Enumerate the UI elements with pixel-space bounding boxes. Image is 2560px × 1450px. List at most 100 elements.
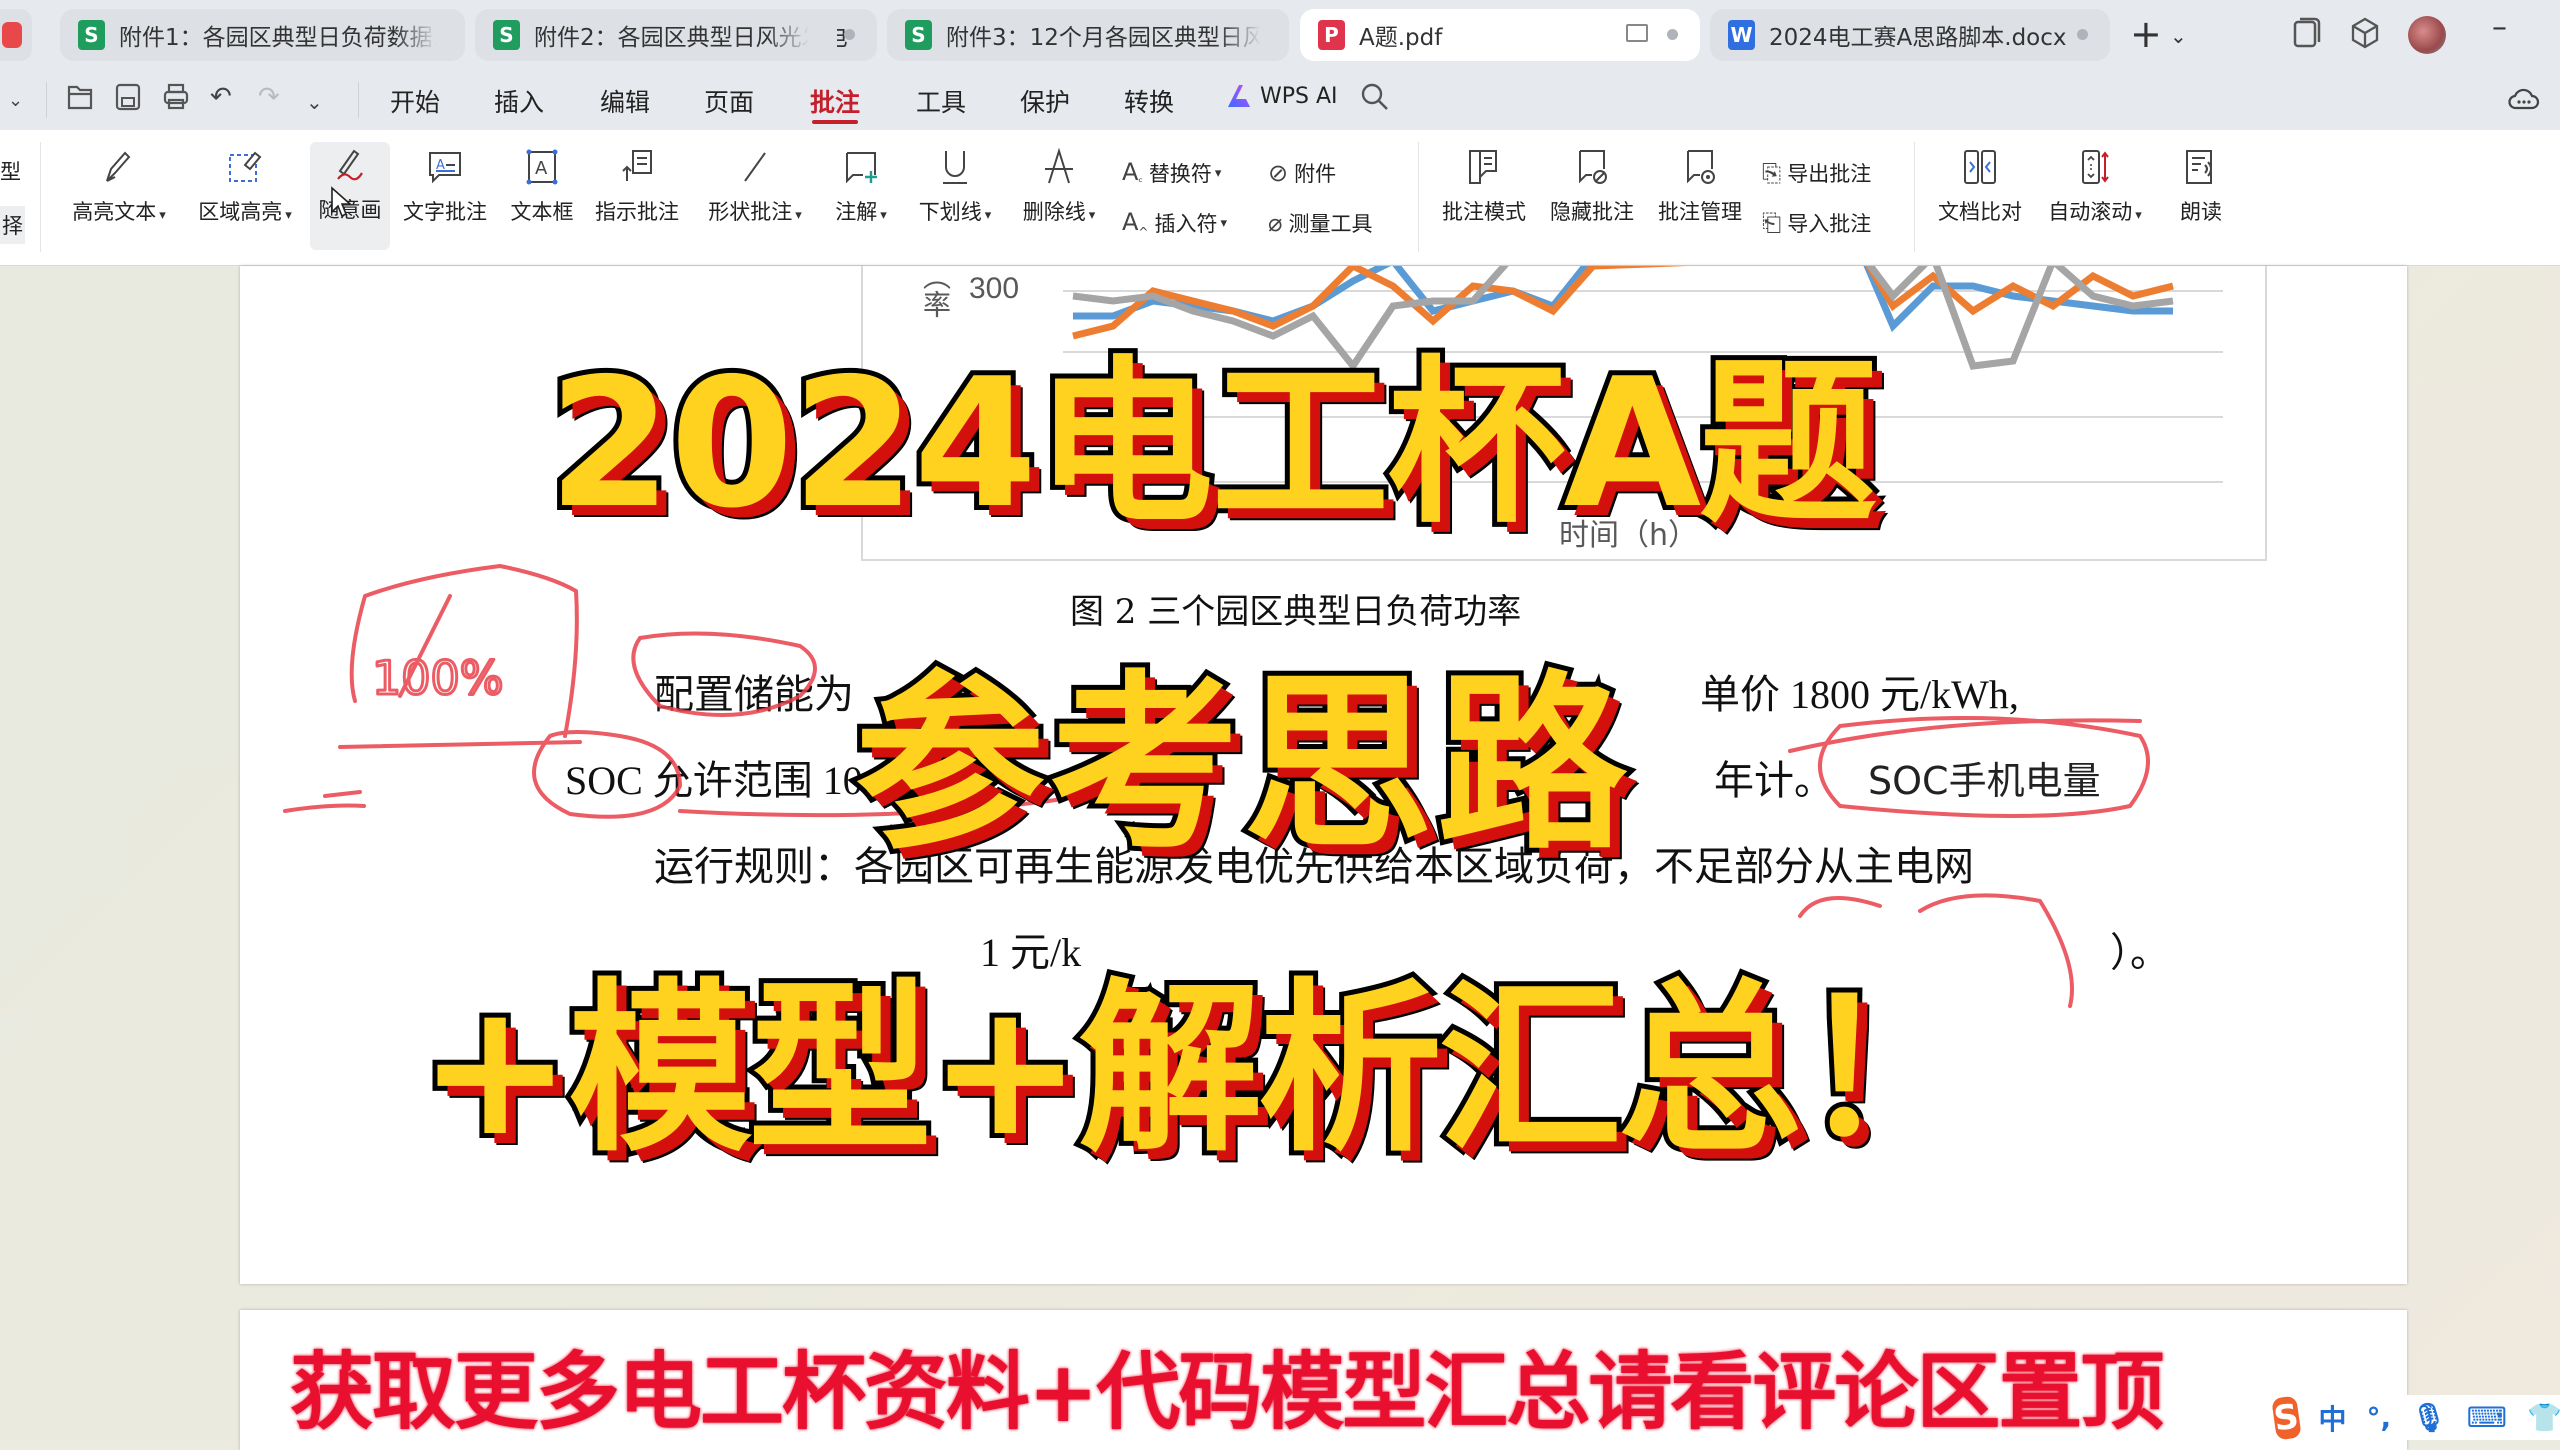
auto-scroll-icon: [2075, 144, 2115, 190]
monitor-icon[interactable]: [1626, 24, 1648, 42]
unsaved-dot-icon: [844, 29, 855, 40]
redo-icon[interactable]: ↷: [258, 82, 280, 112]
tab-label: A题.pdf: [1359, 25, 1443, 51]
underline-button[interactable]: 下划线 ▾: [912, 144, 998, 226]
button-label: 文本框: [510, 200, 574, 224]
replace-mark-button[interactable]: Aᶜ 替换符 ▾: [1122, 158, 1221, 189]
spreadsheet-icon: S: [78, 20, 105, 50]
button-label: 插入符: [1154, 212, 1218, 237]
menu-page[interactable]: 页面: [704, 83, 754, 119]
hide-annotations-button[interactable]: 隐藏批注: [1544, 144, 1640, 226]
user-avatar[interactable]: [2408, 16, 2446, 54]
dropdown-caret-icon: ▾: [1214, 165, 1222, 181]
strikethrough-button[interactable]: 删除线 ▾: [1016, 144, 1102, 226]
tab-script-docx[interactable]: W 2024电工赛A思路脚本.docx: [1710, 9, 2110, 61]
underline-icon: [935, 144, 975, 190]
insert-mark-button[interactable]: A^ 插入符 ▾: [1122, 208, 1227, 239]
unsaved-dot-icon: [1667, 29, 1678, 40]
wps-app-icon[interactable]: [0, 9, 32, 61]
quick-access-more-chevron-icon[interactable]: ⌄: [306, 90, 323, 114]
keyboard-icon[interactable]: ⌨: [2467, 1401, 2507, 1434]
text-comment-button[interactable]: A 文字批注: [400, 144, 490, 226]
replace-mark-icon: Aᶜ: [1122, 158, 1143, 189]
overlay-title-line-3: +模型+解析汇总！: [413, 958, 1987, 1182]
comment-settings-icon: [1680, 144, 1720, 190]
annotation-mode-icon: [1464, 144, 1504, 190]
document-compare-button[interactable]: 文档比对: [1932, 144, 2028, 226]
export-annotations-button[interactable]: ⎘ 导出批注: [1762, 158, 1871, 188]
ribbon-partial-select[interactable]: 择: [0, 206, 25, 244]
dropdown-caret-icon: ▾: [795, 208, 802, 223]
collapse-chevron-icon[interactable]: ⌄: [8, 90, 23, 111]
area-highlight-button[interactable]: 区域高亮 ▾: [190, 144, 300, 226]
import-annotations-button[interactable]: ⎗ 导入批注: [1762, 208, 1871, 238]
button-label: 测量工具: [1288, 212, 1373, 236]
tab-attachment-3[interactable]: S 附件3：12个月各园区典型日风光发: [887, 9, 1289, 61]
open-folder-icon[interactable]: [66, 82, 94, 119]
insert-mark-icon: A^: [1122, 208, 1149, 239]
manage-annotations-button[interactable]: 批注管理: [1652, 144, 1748, 226]
ruler-icon: ⌀: [1268, 209, 1283, 237]
button-label: 隐藏批注: [1550, 200, 1634, 224]
unsaved-dot-icon: [2077, 29, 2088, 40]
search-icon[interactable]: [1360, 82, 1390, 119]
tab-a-pdf[interactable]: P A题.pdf: [1300, 9, 1700, 61]
button-label: 高亮文本: [72, 200, 157, 224]
minimize-button[interactable]: –: [2492, 10, 2507, 45]
read-aloud-button[interactable]: 朗读: [2166, 144, 2236, 226]
bottom-promo-banner: 获取更多电工杯资料+代码模型汇总请看评论区置顶: [287, 1340, 2167, 1444]
note-button[interactable]: 注解 ▾: [828, 144, 894, 226]
menu-start[interactable]: 开始: [390, 83, 440, 119]
cloud-more-icon[interactable]: [2508, 84, 2540, 119]
active-menu-indicator: [812, 120, 858, 124]
button-label: 批注管理: [1658, 200, 1742, 224]
menu-bar: ⌄ ↶ ↷ ⌄ 开始 插入 编辑 页面 批注 工具 保护 转换 WPS AI: [0, 70, 2560, 130]
compare-icon: [1960, 144, 2000, 190]
save-icon[interactable]: [114, 82, 142, 119]
window-restore-icon[interactable]: [2292, 16, 2322, 58]
read-aloud-icon: [2181, 144, 2221, 190]
spreadsheet-icon: S: [905, 20, 932, 50]
menu-insert[interactable]: 插入: [494, 83, 544, 119]
note-add-icon: [841, 144, 881, 190]
auto-scroll-button[interactable]: 自动滚动 ▾: [2040, 144, 2150, 226]
cube-icon[interactable]: [2350, 16, 2380, 58]
button-label: 区域高亮: [198, 200, 283, 224]
menu-edit[interactable]: 编辑: [600, 83, 650, 119]
button-label: 指示批注: [595, 200, 679, 224]
dropdown-caret-icon: ▾: [1088, 208, 1096, 223]
shape-comment-button[interactable]: 形状批注 ▾: [700, 144, 810, 226]
button-label: 删除线: [1022, 200, 1086, 224]
freehand-pen-icon: [330, 142, 370, 188]
textbox-icon: A: [522, 144, 562, 190]
sogou-logo-icon[interactable]: S: [2271, 1394, 2302, 1441]
wps-ai-label: WPS AI: [1260, 83, 1338, 109]
highlight-text-button[interactable]: 高亮文本 ▾: [64, 144, 174, 226]
ime-punctuation-toggle[interactable]: °,: [2367, 1401, 2392, 1434]
svg-text:A: A: [535, 158, 548, 179]
ime-mode-toggle[interactable]: 中: [2319, 1398, 2347, 1438]
menu-wps-ai[interactable]: WPS AI: [1226, 83, 1338, 109]
tab-attachment-2[interactable]: S 附件2：各园区典型日风光发电: [475, 9, 877, 61]
menu-protect[interactable]: 保护: [1020, 83, 1070, 119]
menu-convert[interactable]: 转换: [1124, 83, 1174, 119]
microphone-icon[interactable]: 🎙: [2411, 1401, 2447, 1434]
textbox-button[interactable]: A 文本框: [502, 144, 582, 226]
callout-comment-button[interactable]: 指示批注: [592, 144, 682, 226]
dropdown-caret-icon: ▾: [159, 208, 166, 223]
measure-tool-button[interactable]: ⌀ 测量工具: [1268, 208, 1372, 238]
button-label: 导入批注: [1787, 212, 1872, 236]
new-tab-menu-chevron-icon[interactable]: ⌄: [2170, 24, 2187, 48]
undo-icon[interactable]: ↶: [210, 82, 232, 112]
attachment-button[interactable]: ⊘ 附件: [1268, 158, 1336, 188]
menu-tools[interactable]: 工具: [916, 83, 966, 119]
export-comment-icon: ⎘: [1762, 159, 1782, 187]
menu-annotate[interactable]: 批注: [810, 83, 860, 119]
new-tab-button[interactable]: +: [2130, 12, 2162, 56]
ribbon-partial-label[interactable]: 型: [0, 156, 21, 186]
skin-shirt-icon[interactable]: 👕: [2527, 1401, 2560, 1434]
tab-attachment-1[interactable]: S 附件1：各园区典型日负荷数据.xls: [60, 9, 465, 61]
annotation-mode-button[interactable]: 批注模式: [1436, 144, 1532, 226]
print-icon[interactable]: [162, 82, 190, 119]
area-highlight-icon: [225, 144, 265, 190]
